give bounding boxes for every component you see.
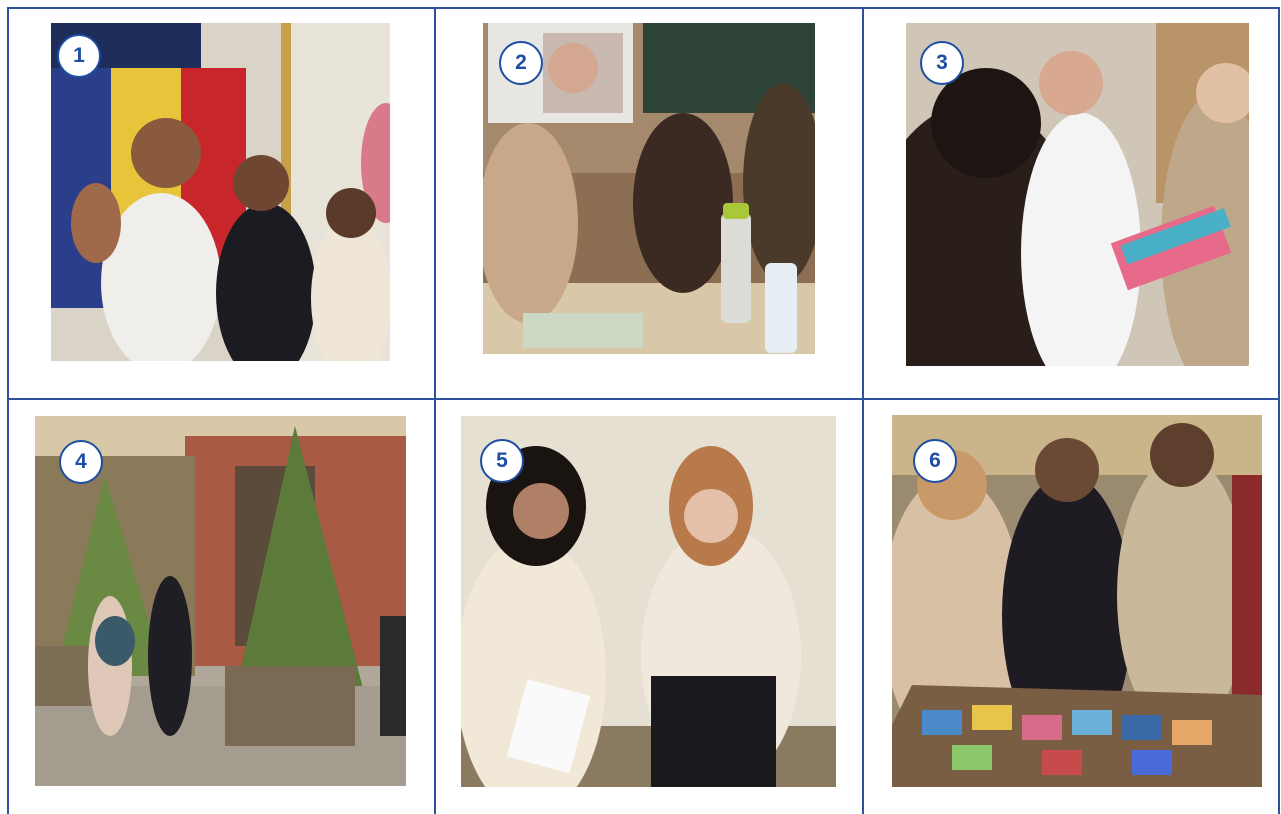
photo-number-badge-5: 5 — [480, 439, 524, 483]
photo-number-badge-2: 2 — [499, 41, 543, 85]
photo-number-badge-4: 4 — [59, 440, 103, 484]
grid-line-left — [7, 7, 9, 814]
grid-line-col2 — [862, 7, 864, 814]
photo-number-badge-3: 3 — [920, 41, 964, 85]
photo-1 — [51, 23, 390, 361]
grid-line-top — [7, 7, 1280, 9]
photo-number-badge-6: 6 — [913, 439, 957, 483]
photo-number-badge-1: 1 — [57, 34, 101, 78]
grid-line-right — [1278, 7, 1280, 814]
grid-line-col1 — [434, 7, 436, 814]
grid-line-row — [7, 398, 1280, 400]
